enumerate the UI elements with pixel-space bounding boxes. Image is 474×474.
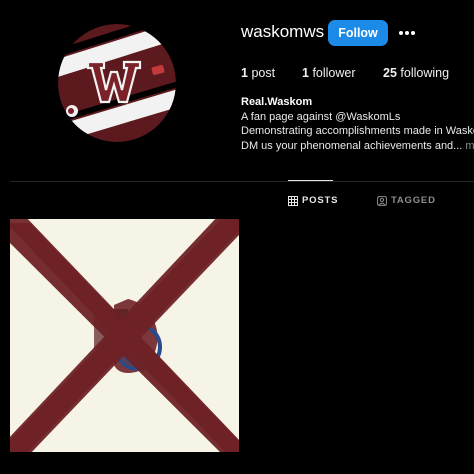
following-label: following xyxy=(400,66,450,80)
active-tab-indicator xyxy=(288,180,333,181)
follow-button[interactable]: Follow xyxy=(328,20,388,46)
profile-username: waskomws xyxy=(241,22,325,41)
tab-posts[interactable]: POSTS xyxy=(288,195,338,206)
posts-stat: 1 post xyxy=(241,66,275,80)
followers-count: 1 xyxy=(302,66,309,80)
tabs-divider xyxy=(10,181,474,182)
post-thumbnail[interactable] xyxy=(10,219,239,452)
waskom-logo xyxy=(58,24,176,142)
profile-bio: Real.Waskom A fan page against @WaskomLs… xyxy=(241,95,474,153)
following-count: 25 xyxy=(383,66,397,80)
tab-tagged-label: TAGGED xyxy=(391,195,436,206)
bio-more-link[interactable]: more xyxy=(465,140,474,152)
profile-avatar[interactable] xyxy=(58,24,176,142)
tag-icon xyxy=(377,195,387,206)
bio-line-text: DM us your phenomenal achievements and..… xyxy=(241,139,463,152)
bio-line-last: DM us your phenomenal achievements and..… xyxy=(241,139,474,154)
followers-label: follower xyxy=(312,66,356,80)
helmet-icon xyxy=(66,105,78,117)
tab-tagged[interactable]: TAGGED xyxy=(377,195,436,206)
ellipsis-icon xyxy=(399,31,415,35)
bio-line: Demonstrating accomplishments made in Wa… xyxy=(241,125,474,137)
tab-posts-label: POSTS xyxy=(302,195,339,206)
more-options-button[interactable] xyxy=(396,24,418,42)
posts-count: 1 xyxy=(241,66,248,80)
post-image xyxy=(10,219,239,452)
grid-icon xyxy=(288,195,298,206)
bio-line: A fan page against @WaskomLs xyxy=(241,110,401,123)
following-stat[interactable]: 25 following xyxy=(383,66,449,80)
bio-name: Real.Waskom xyxy=(241,96,313,108)
followers-stat[interactable]: 1 follower xyxy=(302,66,356,80)
posts-label: post xyxy=(251,66,276,80)
